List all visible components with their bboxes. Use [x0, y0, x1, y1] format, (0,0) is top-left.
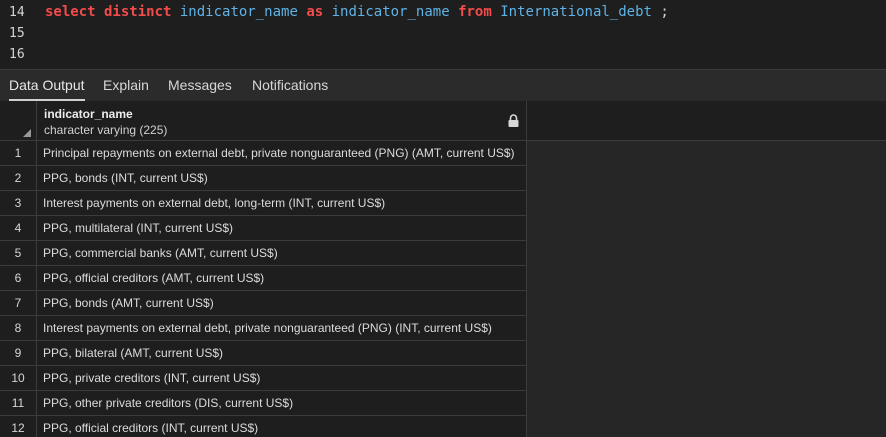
select-all-corner[interactable] [0, 101, 37, 141]
table-row[interactable]: 9 PPG, bilateral (AMT, current US$) [0, 341, 527, 366]
code-token: ; [651, 4, 669, 20]
table-cell[interactable]: PPG, bilateral (AMT, current US$) [37, 341, 527, 365]
table-row[interactable]: 12 PPG, official creditors (INT, current … [0, 416, 527, 437]
table-cell[interactable]: Interest payments on external debt, priv… [37, 316, 527, 340]
line-number: 16 [9, 47, 25, 62]
table-cell[interactable]: Principal repayments on external debt, p… [37, 141, 527, 165]
column-name: indicator_name [44, 107, 133, 121]
results-tab-bar: Data Output Explain Messages Notificatio… [0, 69, 886, 101]
table-row[interactable]: 11 PPG, other private creditors (DIS, cur… [0, 391, 527, 416]
row-number[interactable]: 2 [0, 166, 37, 190]
tab-messages[interactable]: Messages [168, 70, 232, 101]
column-header[interactable]: indicator_name character varying (225) [37, 101, 527, 141]
table-row[interactable]: 1 Principal repayments on external debt, … [0, 141, 527, 166]
row-number[interactable]: 10 [0, 366, 37, 390]
row-number[interactable]: 4 [0, 216, 37, 240]
row-number[interactable]: 11 [0, 391, 37, 415]
sql-editor[interactable]: 14 select distinct indicator_name as ind… [0, 0, 886, 69]
table-cell[interactable]: PPG, official creditors (AMT, current US… [37, 266, 527, 290]
code-token: as [306, 4, 324, 20]
code-token: from [458, 4, 492, 20]
table-cell[interactable]: PPG, bonds (INT, current US$) [37, 166, 527, 190]
row-number[interactable]: 8 [0, 316, 37, 340]
table-row[interactable]: 5 PPG, commercial banks (AMT, current US$… [0, 241, 527, 266]
row-number[interactable]: 9 [0, 341, 37, 365]
code-text[interactable]: select distinct indicator_name as indica… [45, 2, 669, 23]
code-line[interactable]: 16 [0, 44, 886, 65]
tab-data-output[interactable]: Data Output [9, 70, 85, 101]
table-cell[interactable]: Interest payments on external debt, long… [37, 191, 527, 215]
empty-grid-area [527, 141, 886, 437]
code-token: indicator_name [179, 4, 298, 20]
table-row[interactable]: 2 PPG, bonds (INT, current US$) [0, 166, 527, 191]
row-number[interactable]: 6 [0, 266, 37, 290]
lock-icon [508, 114, 519, 127]
grid-body: 1 Principal repayments on external debt, … [0, 141, 886, 437]
line-number: 15 [9, 26, 25, 41]
code-token: International_debt [500, 4, 652, 20]
table-row[interactable]: 6 PPG, official creditors (AMT, current U… [0, 266, 527, 291]
query-tool-window: 14 select distinct indicator_name as ind… [0, 0, 886, 437]
column-type: character varying (225) [44, 123, 168, 137]
table-cell[interactable]: PPG, bonds (AMT, current US$) [37, 291, 527, 315]
grid-header: indicator_name character varying (225) [0, 101, 886, 141]
row-number[interactable]: 7 [0, 291, 37, 315]
table-row[interactable]: 10 PPG, private creditors (INT, current U… [0, 366, 527, 391]
data-output-grid: indicator_name character varying (225) 1… [0, 101, 886, 437]
table-cell[interactable]: PPG, other private creditors (DIS, curre… [37, 391, 527, 415]
row-number[interactable]: 5 [0, 241, 37, 265]
row-number[interactable]: 1 [0, 141, 37, 165]
tab-explain[interactable]: Explain [103, 70, 149, 101]
table-row[interactable]: 7 PPG, bonds (AMT, current US$) [0, 291, 527, 316]
table-row[interactable]: 3 Interest payments on external debt, lon… [0, 191, 527, 216]
table-row[interactable]: 8 Interest payments on external debt, pri… [0, 316, 527, 341]
table-cell[interactable]: PPG, private creditors (INT, current US$… [37, 366, 527, 390]
tab-notifications[interactable]: Notifications [252, 70, 328, 101]
code-token: indicator_name [331, 4, 450, 20]
code-line[interactable]: 15 [0, 23, 886, 44]
line-number: 14 [9, 5, 25, 20]
code-token: select distinct [45, 4, 172, 20]
row-number[interactable]: 12 [0, 416, 37, 437]
table-cell[interactable]: PPG, commercial banks (AMT, current US$) [37, 241, 527, 265]
table-cell[interactable]: PPG, multilateral (INT, current US$) [37, 216, 527, 240]
table-row[interactable]: 4 PPG, multilateral (INT, current US$) [0, 216, 527, 241]
code-line[interactable]: 14 select distinct indicator_name as ind… [0, 2, 886, 23]
table-cell[interactable]: PPG, official creditors (INT, current US… [37, 416, 527, 437]
corner-triangle-icon [23, 129, 31, 137]
row-number[interactable]: 3 [0, 191, 37, 215]
